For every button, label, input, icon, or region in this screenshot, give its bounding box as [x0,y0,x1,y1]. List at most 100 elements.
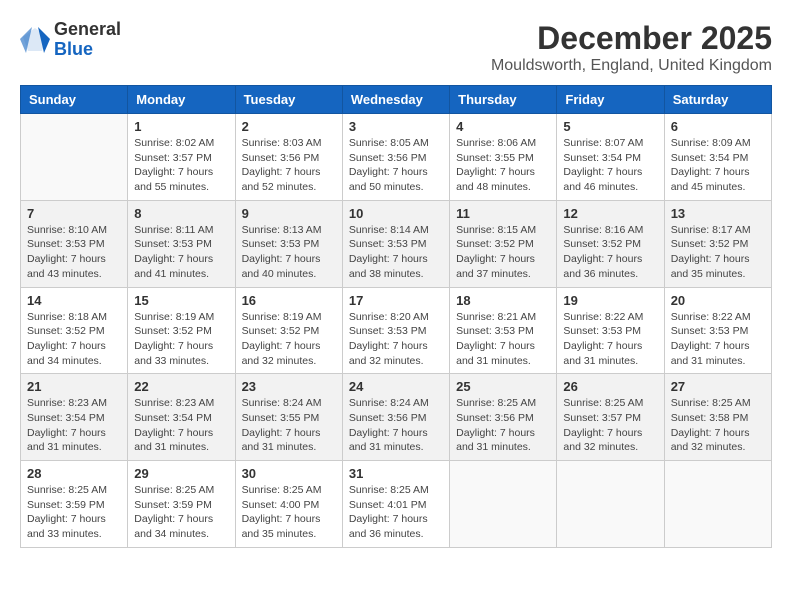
day-info: Sunrise: 8:07 AMSunset: 3:54 PMDaylight:… [563,136,657,195]
day-info: Sunrise: 8:23 AMSunset: 3:54 PMDaylight:… [134,396,228,455]
day-info: Sunrise: 8:13 AMSunset: 3:53 PMDaylight:… [242,223,336,282]
day-info: Sunrise: 8:03 AMSunset: 3:56 PMDaylight:… [242,136,336,195]
day-number: 10 [349,206,443,221]
day-number: 29 [134,466,228,481]
day-info: Sunrise: 8:25 AMSunset: 3:59 PMDaylight:… [27,483,121,542]
table-row: 3 Sunrise: 8:05 AMSunset: 3:56 PMDaylight… [342,114,449,201]
day-info: Sunrise: 8:09 AMSunset: 3:54 PMDaylight:… [671,136,765,195]
day-number: 24 [349,379,443,394]
col-saturday: Saturday [664,86,771,114]
day-info: Sunrise: 8:14 AMSunset: 3:53 PMDaylight:… [349,223,443,282]
day-number: 20 [671,293,765,308]
col-friday: Friday [557,86,664,114]
table-row: 10 Sunrise: 8:14 AMSunset: 3:53 PMDayligh… [342,200,449,287]
table-row: 15Sunrise: 8:19 AMSunset: 3:52 PMDayligh… [128,287,235,374]
table-row: 28 Sunrise: 8:25 AMSunset: 3:59 PMDayligh… [21,461,128,548]
day-number: 26 [563,379,657,394]
day-info: Sunrise: 8:25 AMSunset: 4:01 PMDaylight:… [349,483,443,542]
table-row: 21 Sunrise: 8:23 AMSunset: 3:54 PMDayligh… [21,374,128,461]
day-number: 12 [563,206,657,221]
table-row: 30 Sunrise: 8:25 AMSunset: 4:00 PMDayligh… [235,461,342,548]
day-number: 6 [671,119,765,134]
day-number: 18 [456,293,550,308]
logo-general: General [54,20,121,40]
table-row: 24 Sunrise: 8:24 AMSunset: 3:56 PMDayligh… [342,374,449,461]
month-title: December 2025 [491,20,772,57]
table-row: 8Sunrise: 8:11 AMSunset: 3:53 PMDaylight… [128,200,235,287]
calendar-week-5: 28 Sunrise: 8:25 AMSunset: 3:59 PMDayligh… [21,461,772,548]
day-info: Sunrise: 8:23 AMSunset: 3:54 PMDaylight:… [27,396,121,455]
table-row [557,461,664,548]
day-info: Sunrise: 8:16 AMSunset: 3:52 PMDaylight:… [563,223,657,282]
day-info: Sunrise: 8:11 AMSunset: 3:53 PMDaylight:… [134,223,228,282]
day-number: 16 [242,293,336,308]
day-info: Sunrise: 8:20 AMSunset: 3:53 PMDaylight:… [349,310,443,369]
day-info: Sunrise: 8:22 AMSunset: 3:53 PMDaylight:… [563,310,657,369]
table-row: 20 Sunrise: 8:22 AMSunset: 3:53 PMDayligh… [664,287,771,374]
location-title: Mouldsworth, England, United Kingdom [491,57,772,75]
day-info: Sunrise: 8:02 AMSunset: 3:57 PMDaylight:… [134,136,228,195]
day-number: 4 [456,119,550,134]
day-info: Sunrise: 8:17 AMSunset: 3:52 PMDaylight:… [671,223,765,282]
day-number: 17 [349,293,443,308]
day-number: 31 [349,466,443,481]
table-row: 27 Sunrise: 8:25 AMSunset: 3:58 PMDayligh… [664,374,771,461]
day-info: Sunrise: 8:25 AMSunset: 4:00 PMDaylight:… [242,483,336,542]
table-row: 31 Sunrise: 8:25 AMSunset: 4:01 PMDayligh… [342,461,449,548]
calendar: Sunday Monday Tuesday Wednesday Thursday… [20,85,772,548]
day-number: 27 [671,379,765,394]
day-number: 14 [27,293,121,308]
page-header: General Blue December 2025 Mouldsworth, … [20,20,772,75]
day-number: 3 [349,119,443,134]
day-number: 15 [134,293,228,308]
day-number: 22 [134,379,228,394]
day-info: Sunrise: 8:21 AMSunset: 3:53 PMDaylight:… [456,310,550,369]
day-number: 13 [671,206,765,221]
day-info: Sunrise: 8:15 AMSunset: 3:52 PMDaylight:… [456,223,550,282]
table-row [450,461,557,548]
table-row: 18 Sunrise: 8:21 AMSunset: 3:53 PMDayligh… [450,287,557,374]
table-row [21,114,128,201]
day-info: Sunrise: 8:22 AMSunset: 3:53 PMDaylight:… [671,310,765,369]
day-number: 23 [242,379,336,394]
table-row: 6 Sunrise: 8:09 AMSunset: 3:54 PMDaylight… [664,114,771,201]
calendar-week-2: 7Sunrise: 8:10 AMSunset: 3:53 PMDaylight… [21,200,772,287]
table-row: 19 Sunrise: 8:22 AMSunset: 3:53 PMDayligh… [557,287,664,374]
calendar-week-4: 21 Sunrise: 8:23 AMSunset: 3:54 PMDayligh… [21,374,772,461]
day-number: 30 [242,466,336,481]
table-row: 11 Sunrise: 8:15 AMSunset: 3:52 PMDayligh… [450,200,557,287]
table-row: 13 Sunrise: 8:17 AMSunset: 3:52 PMDayligh… [664,200,771,287]
day-number: 28 [27,466,121,481]
day-number: 19 [563,293,657,308]
table-row: 22 Sunrise: 8:23 AMSunset: 3:54 PMDayligh… [128,374,235,461]
title-block: December 2025 Mouldsworth, England, Unit… [491,20,772,75]
day-number: 11 [456,206,550,221]
day-number: 2 [242,119,336,134]
day-info: Sunrise: 8:06 AMSunset: 3:55 PMDaylight:… [456,136,550,195]
col-tuesday: Tuesday [235,86,342,114]
logo: General Blue [20,20,121,60]
day-number: 9 [242,206,336,221]
day-info: Sunrise: 8:24 AMSunset: 3:56 PMDaylight:… [349,396,443,455]
day-number: 25 [456,379,550,394]
calendar-week-3: 14Sunrise: 8:18 AMSunset: 3:52 PMDayligh… [21,287,772,374]
table-row: 9 Sunrise: 8:13 AMSunset: 3:53 PMDaylight… [235,200,342,287]
table-row [664,461,771,548]
table-row: 23 Sunrise: 8:24 AMSunset: 3:55 PMDayligh… [235,374,342,461]
table-row: 7Sunrise: 8:10 AMSunset: 3:53 PMDaylight… [21,200,128,287]
col-sunday: Sunday [21,86,128,114]
day-number: 21 [27,379,121,394]
table-row: 26 Sunrise: 8:25 AMSunset: 3:57 PMDayligh… [557,374,664,461]
col-wednesday: Wednesday [342,86,449,114]
day-info: Sunrise: 8:25 AMSunset: 3:57 PMDaylight:… [563,396,657,455]
table-row: 16Sunrise: 8:19 AMSunset: 3:52 PMDayligh… [235,287,342,374]
table-row: 1Sunrise: 8:02 AMSunset: 3:57 PMDaylight… [128,114,235,201]
col-monday: Monday [128,86,235,114]
day-info: Sunrise: 8:25 AMSunset: 3:58 PMDaylight:… [671,396,765,455]
day-info: Sunrise: 8:24 AMSunset: 3:55 PMDaylight:… [242,396,336,455]
day-info: Sunrise: 8:05 AMSunset: 3:56 PMDaylight:… [349,136,443,195]
day-number: 7 [27,206,121,221]
table-row: 14Sunrise: 8:18 AMSunset: 3:52 PMDayligh… [21,287,128,374]
table-row: 2 Sunrise: 8:03 AMSunset: 3:56 PMDaylight… [235,114,342,201]
table-row: 17 Sunrise: 8:20 AMSunset: 3:53 PMDayligh… [342,287,449,374]
